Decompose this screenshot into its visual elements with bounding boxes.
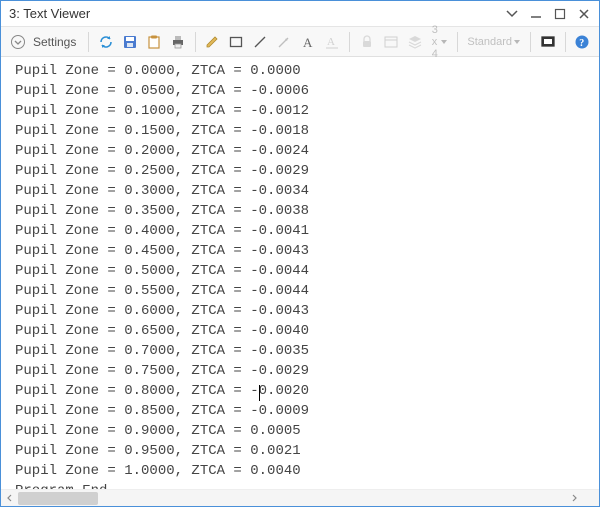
dropdown-icon[interactable] xyxy=(505,7,519,21)
horizontal-scrollbar[interactable] xyxy=(1,489,599,506)
style-dropdown-label: Standard xyxy=(467,36,512,48)
save-icon[interactable] xyxy=(119,31,141,53)
scrollbar-track[interactable] xyxy=(18,490,565,507)
rectangle-icon[interactable] xyxy=(225,31,247,53)
refresh-icon[interactable] xyxy=(95,31,117,53)
print-icon[interactable] xyxy=(167,31,189,53)
chevron-down-icon xyxy=(441,40,447,44)
lock-icon[interactable] xyxy=(356,31,378,53)
text-viewer-content[interactable]: Pupil Zone = 0.0000, ZTCA = 0.0000 Pupil… xyxy=(1,57,599,489)
window-icon[interactable] xyxy=(380,31,402,53)
grid-dropdown-label: 3 x 4 xyxy=(432,24,439,60)
grid-dropdown[interactable]: 3 x 4 xyxy=(428,24,451,60)
svg-text:?: ? xyxy=(579,38,584,49)
settings-button[interactable]: Settings xyxy=(31,35,82,49)
text-icon[interactable]: A xyxy=(297,31,319,53)
style-dropdown[interactable]: Standard xyxy=(463,36,524,48)
titlebar: 3: Text Viewer xyxy=(1,1,599,27)
toolbar: Settings A A 3 x 4 Standa xyxy=(1,27,599,57)
scroll-left-icon[interactable] xyxy=(1,490,18,507)
content-wrap: Pupil Zone = 0.0000, ZTCA = 0.0000 Pupil… xyxy=(1,57,599,506)
window-title: 3: Text Viewer xyxy=(9,6,505,21)
chevron-down-icon xyxy=(514,40,520,44)
line-icon[interactable] xyxy=(249,31,271,53)
minimize-button[interactable] xyxy=(529,7,543,21)
close-button[interactable] xyxy=(577,7,591,21)
svg-text:A: A xyxy=(327,36,335,48)
svg-text:A: A xyxy=(303,35,313,50)
collapse-icon[interactable] xyxy=(7,31,29,53)
scrollbar-corner xyxy=(582,490,599,507)
underline-icon[interactable]: A xyxy=(321,31,343,53)
arrow-icon[interactable] xyxy=(273,31,295,53)
monitor-icon[interactable] xyxy=(537,31,559,53)
pencil-icon[interactable] xyxy=(201,31,223,53)
scrollbar-thumb[interactable] xyxy=(18,492,98,505)
clipboard-icon[interactable] xyxy=(143,31,165,53)
maximize-button[interactable] xyxy=(553,7,567,21)
scroll-right-icon[interactable] xyxy=(565,490,582,507)
layers-icon[interactable] xyxy=(404,31,426,53)
window-controls xyxy=(505,7,591,21)
help-icon[interactable]: ? xyxy=(571,31,593,53)
